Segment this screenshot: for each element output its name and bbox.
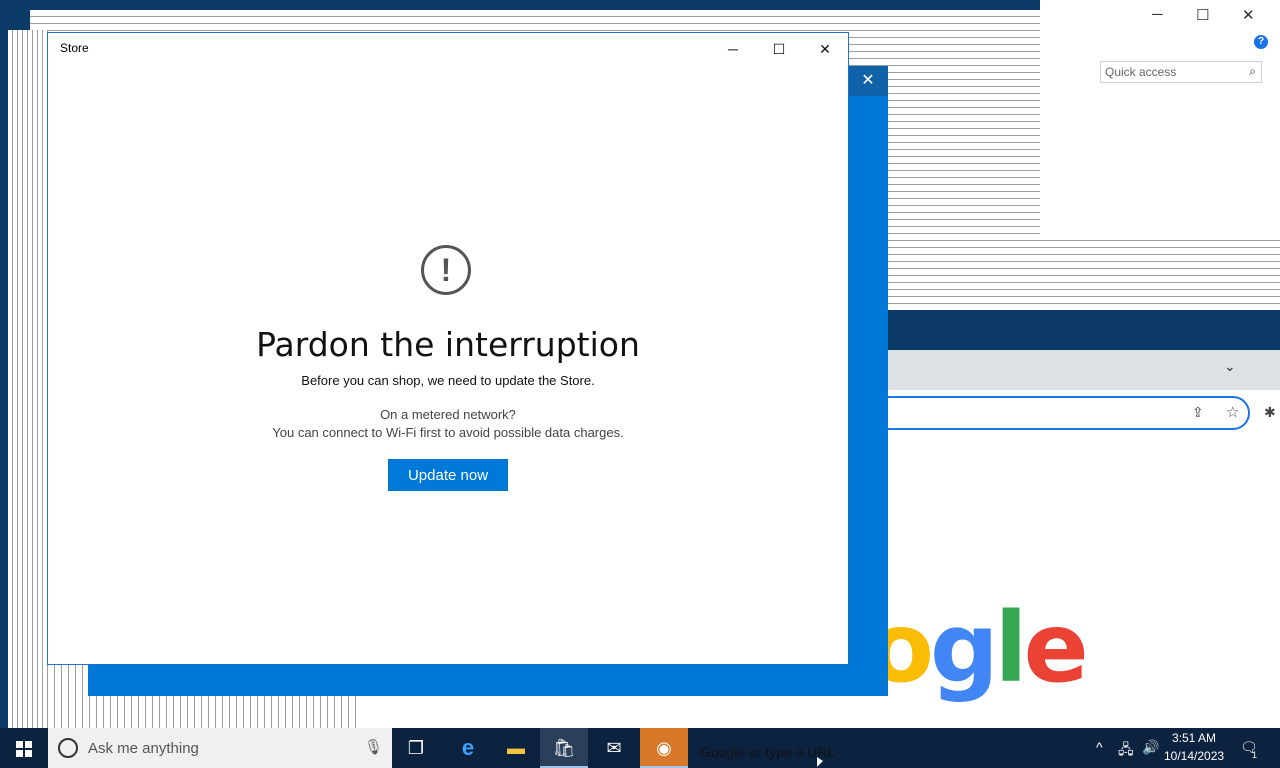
share-icon[interactable]: ⇪	[1192, 404, 1204, 421]
explorer-help-icon[interactable]: ?	[1254, 35, 1268, 49]
metered-question: On a metered network?	[380, 407, 516, 422]
file-explorer-icon[interactable]: ▬	[492, 728, 540, 768]
explorer-search-placeholder: Quick access	[1105, 65, 1177, 79]
explorer-close-button[interactable]: ✕	[1242, 6, 1255, 24]
store-title: Store	[60, 41, 89, 55]
store-minimize-button[interactable]: ─	[710, 36, 756, 62]
chrome-icon[interactable]: ◉	[640, 728, 688, 768]
google-logo: ogle	[868, 592, 1089, 704]
extensions-icon[interactable]: ✱	[1264, 404, 1276, 421]
metered-hint: You can connect to Wi-Fi first to avoid …	[272, 425, 624, 440]
mouse-cursor	[817, 757, 823, 767]
show-hidden-icons-chevron-icon[interactable]: ^	[1096, 739, 1103, 755]
network-icon[interactable]: 🖧	[1118, 739, 1134, 763]
cortana-icon	[58, 738, 78, 758]
store-headline: Pardon the interruption	[256, 325, 640, 364]
clock-date[interactable]: 10/14/2023	[1164, 749, 1224, 763]
chrome-omnibox[interactable]: ⇪ ☆	[840, 396, 1250, 430]
file-explorer-window	[1040, 0, 1280, 240]
explorer-search-input[interactable]: Quick access ⌕	[1100, 61, 1262, 83]
microphone-icon[interactable]: 🎙	[364, 738, 383, 756]
taskbar-search-box[interactable]: Ask me anything 🎙	[48, 728, 392, 768]
backdrop-close-button[interactable]: ✕	[848, 66, 888, 96]
update-now-button[interactable]: Update now	[388, 459, 508, 491]
taskbar: Ask me anything 🎙 ❐ e ▬ 🛍 ✉ ◉ Google or …	[0, 728, 1280, 768]
clock-time[interactable]: 3:51 AM	[1164, 731, 1224, 745]
store-maximize-button[interactable]: ☐	[756, 36, 802, 62]
store-icon[interactable]: 🛍	[540, 728, 588, 768]
edge-icon[interactable]: e	[444, 728, 492, 768]
bookmark-star-icon[interactable]: ☆	[1226, 403, 1239, 421]
start-button[interactable]	[0, 728, 48, 768]
explorer-minimize-button[interactable]: ─	[1152, 6, 1163, 23]
store-dialog: Store ─ ☐ ✕ ! Pardon the interruption Be…	[47, 32, 849, 665]
notification-count-badge: 1	[1252, 750, 1258, 760]
tab-list-chevron-icon[interactable]: ⌄	[1224, 358, 1236, 375]
windows-start-icon	[16, 741, 32, 757]
chrome-omnibox-placeholder: Google or type a URL	[700, 744, 836, 760]
explorer-maximize-button[interactable]: ☐	[1196, 6, 1209, 24]
alert-icon: !	[421, 245, 471, 295]
task-view-icon[interactable]: ❐	[392, 728, 440, 768]
taskbar-search-placeholder: Ask me anything	[88, 740, 199, 757]
mail-icon[interactable]: ✉	[590, 728, 638, 768]
volume-icon[interactable]: 🔊	[1142, 739, 1159, 756]
search-icon: ⌕	[1249, 64, 1256, 78]
store-message: Before you can shop, we need to update t…	[301, 373, 595, 388]
store-close-button[interactable]: ✕	[802, 36, 848, 62]
window-drag-trail-left	[8, 30, 48, 730]
